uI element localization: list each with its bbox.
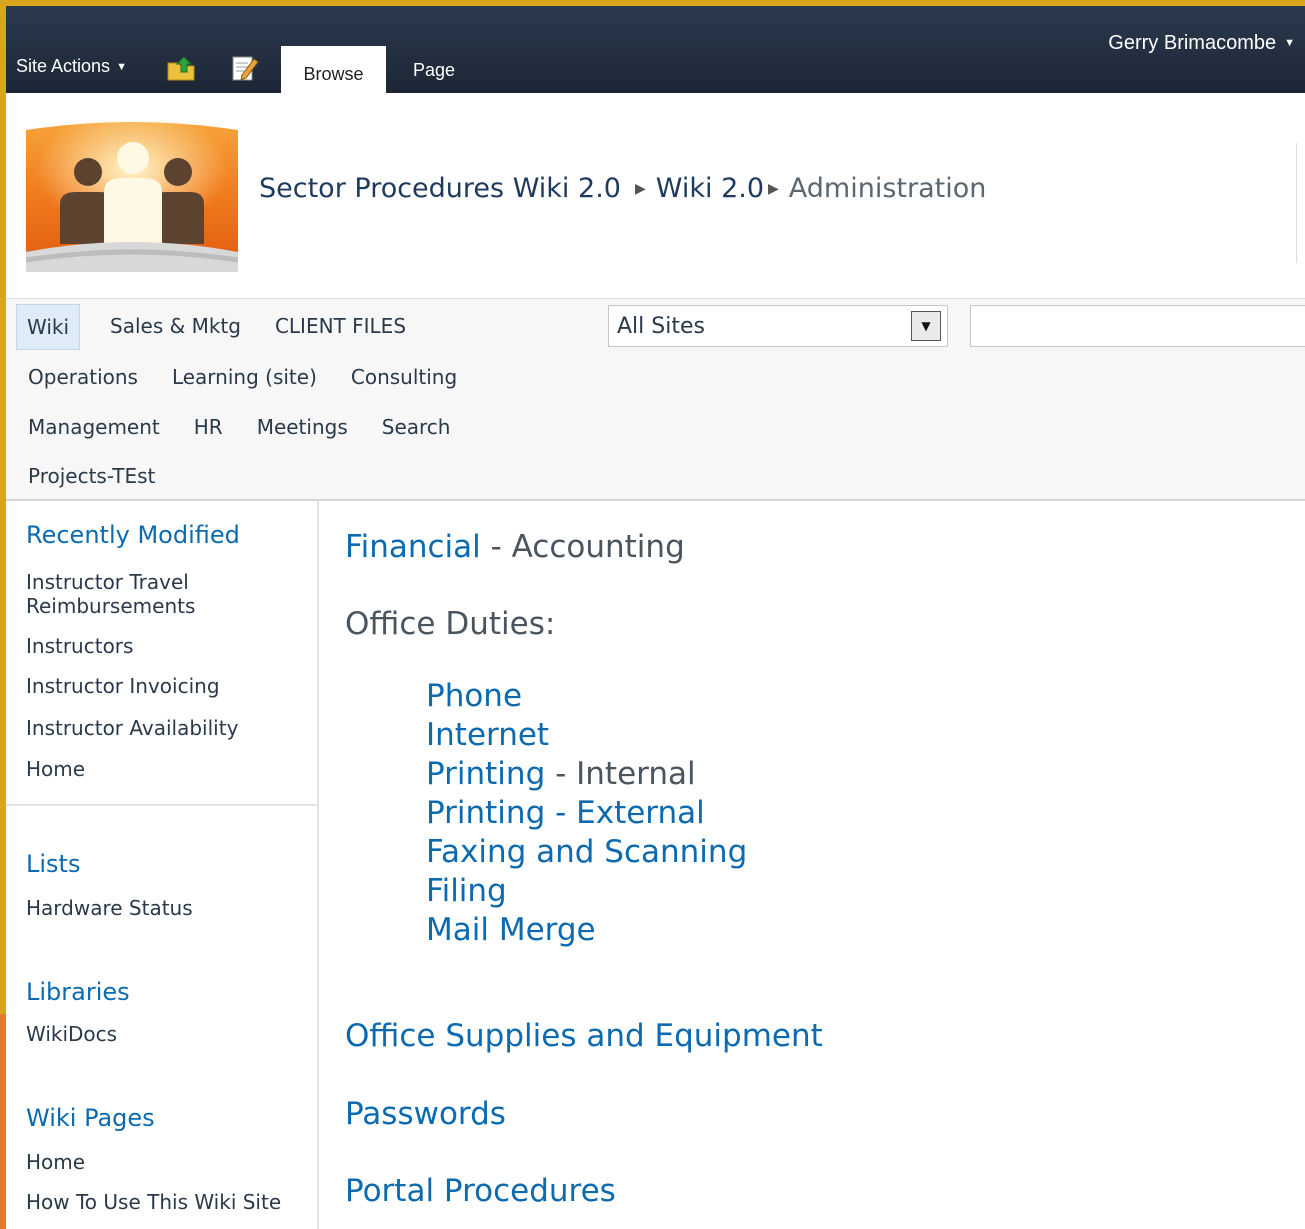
dropdown-arrow-icon[interactable]: ▼ <box>911 311 941 341</box>
duty-link-printing-internal[interactable]: Printing <box>426 756 545 792</box>
duty-link-phone[interactable]: Phone <box>426 678 522 714</box>
passwords-link[interactable]: Passwords <box>345 1096 506 1132</box>
nav-row: Management HR Meetings Search <box>16 405 472 449</box>
duty-link-faxing-scanning[interactable]: Faxing and Scanning <box>426 834 747 870</box>
site-actions-label: Site Actions <box>16 56 111 76</box>
recent-item-instructor-invoicing[interactable]: Instructor Invoicing <box>26 674 220 698</box>
list-item: Filing <box>426 872 747 911</box>
list-item: Internet <box>426 716 747 755</box>
office-duties-list: Phone Internet Printing - Internal Print… <box>426 677 747 950</box>
user-name: Gerry Brimacombe <box>1108 32 1277 54</box>
search-scope-value: All Sites <box>617 314 705 339</box>
breadcrumb-current-page: Administration <box>788 173 987 204</box>
office-duties-heading: Office Duties: <box>345 606 556 642</box>
recent-item-instructor-travel[interactable]: Instructor Travel Reimbursements <box>26 570 226 618</box>
nav-item-hr[interactable]: HR <box>182 405 245 449</box>
nav-item-learning[interactable]: Learning (site) <box>160 355 339 399</box>
office-supplies-link[interactable]: Office Supplies and Equipment <box>345 1018 823 1054</box>
sharepoint-window: Site Actions ▼ Browse Page Gerry Brimacom… <box>6 6 1305 1229</box>
caret-right-icon: ▶ <box>634 181 646 197</box>
lists-heading[interactable]: Lists <box>26 850 80 878</box>
library-item-wikidocs[interactable]: WikiDocs <box>26 1022 117 1046</box>
recent-item-home[interactable]: Home <box>26 757 85 781</box>
chevron-down-icon: ▼ <box>116 61 127 73</box>
nav-row: Operations Learning (site) Consulting <box>16 355 479 399</box>
search-input[interactable] <box>970 305 1305 347</box>
nav-item-operations[interactable]: Operations <box>16 355 160 399</box>
duty-link-mail-merge[interactable]: Mail Merge <box>426 912 596 948</box>
libraries-heading[interactable]: Libraries <box>26 978 130 1006</box>
portal-procedures-link[interactable]: Portal Procedures <box>345 1173 616 1209</box>
list-item-hardware-status[interactable]: Hardware Status <box>26 896 193 920</box>
tab-browse[interactable]: Browse <box>281 46 386 93</box>
divider <box>6 804 317 806</box>
top-navigation: Wiki Sales & Mktg CLIENT FILES Operation… <box>6 298 1305 501</box>
financial-suffix: - Accounting <box>480 529 685 565</box>
search-scope-select[interactable]: All Sites ▼ <box>608 305 948 347</box>
quick-launch: Recently Modified Instructor Travel Reim… <box>6 500 319 1229</box>
title-area: Sector Procedures Wiki 2.0 ▶ Wiki 2.0 ▶ Admi… <box>6 93 1305 298</box>
site-logo[interactable] <box>26 120 238 272</box>
duty-link-filing[interactable]: Filing <box>426 873 507 909</box>
divider <box>1296 143 1297 263</box>
nav-item-wiki[interactable]: Wiki <box>16 304 81 350</box>
nav-item-meetings[interactable]: Meetings <box>245 405 370 449</box>
edit-page-icon[interactable] <box>230 53 260 83</box>
wiki-content: Financial - Accounting Office Duties: Ph… <box>345 500 1295 1229</box>
tab-page[interactable]: Page <box>413 60 455 81</box>
list-item: Printing - Internal <box>426 755 747 794</box>
duty-suffix: - Internal <box>545 756 696 792</box>
ribbon-bar: Site Actions ▼ Browse Page Gerry Brimacom… <box>6 6 1305 93</box>
financial-heading: Financial - Accounting <box>345 529 685 565</box>
duty-link-internet[interactable]: Internet <box>426 717 549 753</box>
list-item: Faxing and Scanning <box>426 833 747 872</box>
nav-item-sales-mktg[interactable]: Sales & Mktg <box>98 304 263 350</box>
wiki-pages-heading[interactable]: Wiki Pages <box>26 1104 155 1132</box>
nav-item-search[interactable]: Search <box>370 405 473 449</box>
nav-row: Projects-TEst <box>16 454 177 498</box>
breadcrumb-wiki[interactable]: Wiki 2.0 <box>656 173 764 204</box>
navigate-up-icon[interactable] <box>166 53 196 83</box>
site-actions-menu[interactable]: Site Actions ▼ <box>16 56 127 77</box>
user-menu[interactable]: Gerry Brimacombe ▼ <box>1108 32 1295 55</box>
list-item: Mail Merge <box>426 911 747 950</box>
breadcrumb: Sector Procedures Wiki 2.0 ▶ Wiki 2.0 ▶ Admi… <box>259 173 986 204</box>
wiki-page-how-to-use[interactable]: How To Use This Wiki Site <box>26 1190 281 1214</box>
breadcrumb-site[interactable]: Sector Procedures Wiki 2.0 <box>259 173 621 204</box>
caret-right-icon: ▶ <box>768 181 779 197</box>
nav-item-client-files[interactable]: CLIENT FILES <box>263 304 428 350</box>
recent-item-instructor-availability[interactable]: Instructor Availability <box>26 716 238 740</box>
list-item: Printing - External <box>426 794 747 833</box>
list-item: Phone <box>426 677 747 716</box>
chevron-down-icon: ▼ <box>1284 37 1295 49</box>
nav-row: Wiki Sales & Mktg CLIENT FILES <box>16 304 428 350</box>
nav-item-management[interactable]: Management <box>16 405 182 449</box>
recently-modified-heading[interactable]: Recently Modified <box>26 521 240 549</box>
desktop-background <box>0 1014 6 1229</box>
recent-item-instructors[interactable]: Instructors <box>26 634 133 658</box>
financial-link[interactable]: Financial <box>345 529 481 565</box>
duty-link-printing-external[interactable]: Printing - External <box>426 795 705 831</box>
nav-item-projects-test[interactable]: Projects-TEst <box>16 454 177 498</box>
wiki-page-home[interactable]: Home <box>26 1150 85 1174</box>
nav-item-consulting[interactable]: Consulting <box>339 355 479 399</box>
